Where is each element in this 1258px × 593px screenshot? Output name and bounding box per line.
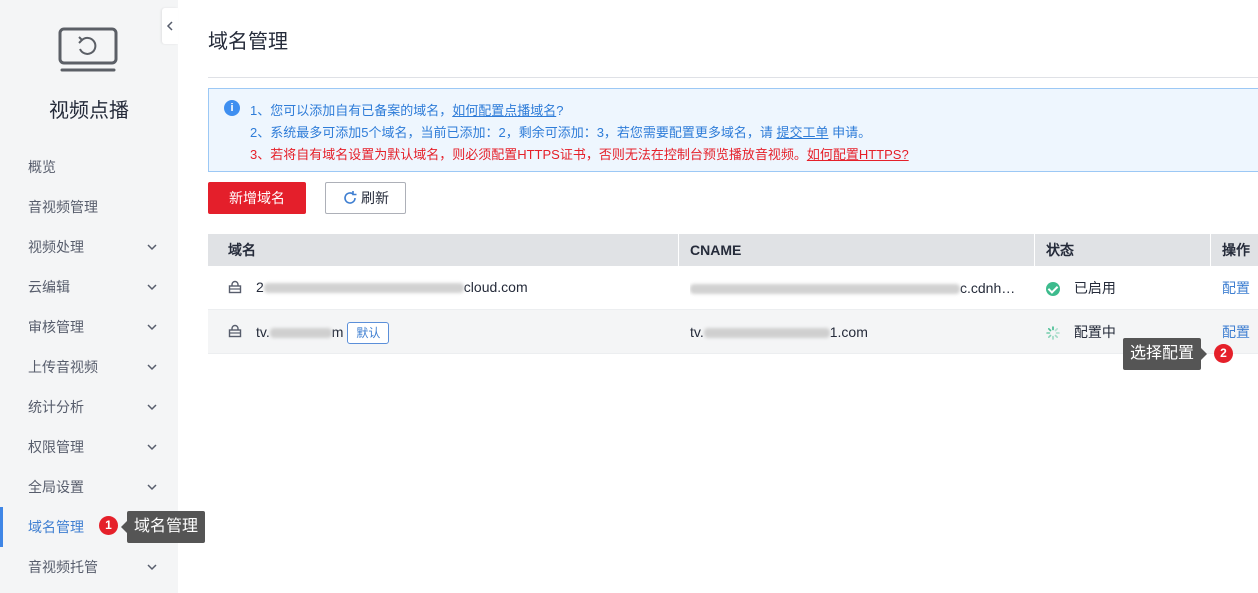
step-badge-1: 1 xyxy=(99,516,118,535)
refresh-button[interactable]: 刷新 xyxy=(325,182,406,214)
sidebar-item-label: 视频处理 xyxy=(28,239,84,255)
domain-text-suffix: cloud.com xyxy=(463,279,528,295)
column-header-cname: CNAME xyxy=(690,242,742,258)
how-to-configure-domain-link[interactable]: 如何配置点播域名 xyxy=(452,103,556,118)
sidebar-item-upload-media[interactable]: 上传音视频 xyxy=(0,347,178,387)
page-title: 域名管理 xyxy=(208,31,288,53)
how-to-configure-https-link[interactable]: 如何配置HTTPS? xyxy=(807,147,909,162)
status-text: 配置中 xyxy=(1073,324,1116,340)
check-circle-icon xyxy=(1046,282,1060,297)
redacted-text xyxy=(690,284,960,295)
cname-text-prefix: tv. xyxy=(690,324,704,340)
info-icon: i xyxy=(224,100,240,116)
default-badge: 默认 xyxy=(347,322,390,345)
redacted-text xyxy=(269,328,332,339)
chevron-down-icon xyxy=(147,404,157,411)
status-cell: 已启用 xyxy=(1046,266,1206,310)
chevron-left-icon xyxy=(166,21,173,31)
table-row: tv. m 默认 tv. 1.com 配置中 配置 xyxy=(208,310,1258,354)
chevron-down-icon xyxy=(147,324,157,331)
notice-line-1: 1、您可以添加自有已备案的域名，如何配置点播域名? xyxy=(250,103,564,118)
cname-cell: c.cdnh… xyxy=(690,266,1020,310)
sidebar-item-overview[interactable]: 概览 xyxy=(0,147,178,187)
sidebar-item-global-settings[interactable]: 全局设置 xyxy=(0,467,178,507)
table-row: 2 cloud.com c.cdnh… 已启用 配置 xyxy=(208,266,1258,310)
title-divider xyxy=(208,77,1258,78)
domain-cell: tv. m 默认 xyxy=(256,310,676,354)
step-tooltip-2: 选择配置 xyxy=(1123,338,1208,370)
status-text: 已启用 xyxy=(1073,280,1116,296)
sidebar-item-label: 统计分析 xyxy=(28,399,84,415)
sidebar-item-label: 概览 xyxy=(28,159,56,175)
configure-link[interactable]: 配置 xyxy=(1222,266,1258,310)
refresh-label: 刷新 xyxy=(361,190,389,206)
sidebar-item-review-management[interactable]: 审核管理 xyxy=(0,307,178,347)
sidebar-item-cloud-editing[interactable]: 云编辑 xyxy=(0,267,178,307)
sidebar-item-video-processing[interactable]: 视频处理 xyxy=(0,227,178,267)
sidebar-item-label: 云编辑 xyxy=(28,279,70,295)
video-playback-logo-icon xyxy=(58,27,118,72)
sidebar-item-permissions[interactable]: 权限管理 xyxy=(0,427,178,467)
notice-line-3: 3、若将自有域名设置为默认域名，则必须配置HTTPS证书，否则无法在控制台预览播… xyxy=(250,147,909,162)
domain-cell: 2 cloud.com xyxy=(256,266,676,310)
redacted-text xyxy=(263,283,464,294)
sidebar-item-label: 域名管理 xyxy=(28,519,84,535)
step-tooltip-1: 域名管理 xyxy=(120,511,206,543)
submit-ticket-link[interactable]: 提交工单 xyxy=(777,125,829,140)
sidebar-item-label: 音视频托管 xyxy=(28,559,98,575)
add-domain-button[interactable]: 新增域名 xyxy=(208,182,306,214)
sidebar: 视频点播 概览 音视频管理 视频处理 云编辑 审核管理 上传音视频 统计分析 权… xyxy=(0,0,178,593)
cname-text-suffix: c.cdnh… xyxy=(960,280,1016,296)
cname-text-suffix: 1.com xyxy=(829,324,868,340)
column-header-domain: 域名 xyxy=(228,242,256,258)
column-divider xyxy=(1034,234,1035,266)
sidebar-item-media-management[interactable]: 音视频管理 xyxy=(0,187,178,227)
chevron-down-icon xyxy=(147,484,157,491)
sidebar-title: 视频点播 xyxy=(49,100,129,122)
column-divider xyxy=(1210,234,1211,266)
sidebar-collapse-button[interactable] xyxy=(162,8,178,44)
domain-text-suffix: m xyxy=(331,324,344,340)
sidebar-item-label: 全局设置 xyxy=(28,479,84,495)
chevron-down-icon xyxy=(147,284,157,291)
notice-line-2: 2、系统最多可添加5个域名，当前已添加：2，剩余可添加：3，若您需要配置更多域名… xyxy=(250,125,872,140)
refresh-icon xyxy=(344,191,357,204)
sidebar-item-label: 权限管理 xyxy=(28,439,84,455)
step-badge-2: 2 xyxy=(1214,344,1233,363)
domain-table: 域名 CNAME 状态 操作 2 cloud.com c.cdnh… 已启用 配置 xyxy=(208,234,1258,354)
column-divider xyxy=(678,234,679,266)
loading-spinner-icon xyxy=(1046,326,1060,341)
domain-text-prefix: 2 xyxy=(256,279,264,295)
table-header: 域名 CNAME 状态 操作 xyxy=(208,234,1258,266)
chevron-down-icon xyxy=(147,244,157,251)
column-header-status: 状态 xyxy=(1046,242,1074,258)
sidebar-item-label: 审核管理 xyxy=(28,319,84,335)
chevron-down-icon xyxy=(147,564,157,571)
column-header-actions: 操作 xyxy=(1222,242,1250,258)
chevron-down-icon xyxy=(147,364,157,371)
sidebar-item-statistics[interactable]: 统计分析 xyxy=(0,387,178,427)
cname-cell: tv. 1.com xyxy=(690,310,1020,354)
redacted-text xyxy=(703,328,830,339)
lock-icon xyxy=(228,280,242,294)
sidebar-item-label: 音视频管理 xyxy=(28,199,98,215)
domain-text-prefix: tv. xyxy=(256,324,270,340)
sidebar-item-label: 上传音视频 xyxy=(28,359,98,375)
info-notice: i 1、您可以添加自有已备案的域名，如何配置点播域名? 2、系统最多可添加5个域… xyxy=(208,88,1258,172)
sidebar-item-media-hosting[interactable]: 音视频托管 xyxy=(0,547,178,587)
lock-icon xyxy=(228,324,242,338)
chevron-down-icon xyxy=(147,444,157,451)
